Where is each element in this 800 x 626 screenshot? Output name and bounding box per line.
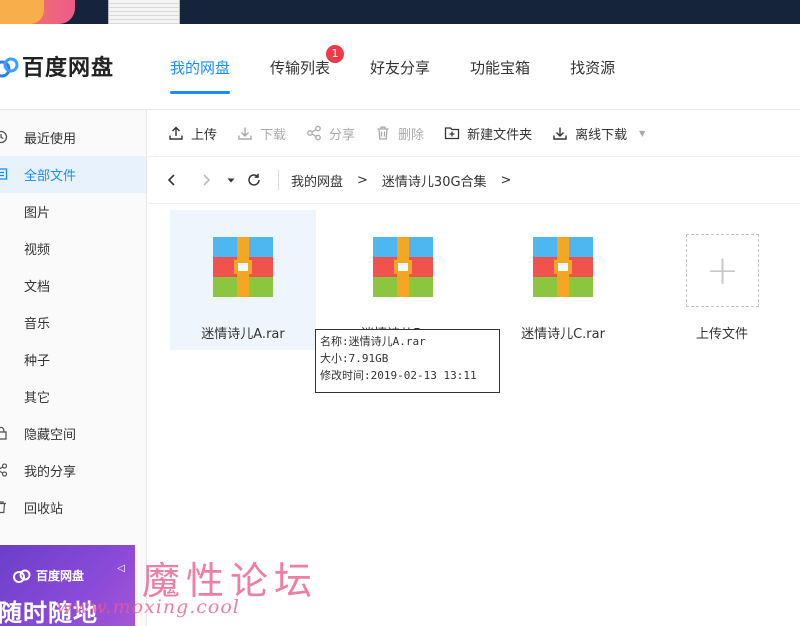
tab-my-disk[interactable]: 我的网盘 [150, 24, 250, 110]
sidebar-item-label: 全部文件 [24, 169, 77, 184]
promo-logo: 百度网盘 [12, 567, 84, 584]
tab-label: 传输列表 [270, 58, 331, 77]
rar-archive-icon [533, 237, 593, 297]
button-label: 分享 [329, 127, 356, 143]
share-icon [0, 463, 8, 477]
upload-file-label: 上传文件 [695, 327, 748, 342]
upload-icon [168, 125, 184, 141]
button-label: 新建文件夹 [467, 127, 533, 143]
sidebar-item-label: 最近使用 [24, 132, 77, 147]
breadcrumb-separator: > [357, 172, 368, 188]
sidebar-item-label: 其它 [24, 391, 51, 406]
sidebar-item-label: 我的分享 [24, 465, 77, 480]
sidebar-item-images[interactable]: 图片 [0, 193, 146, 230]
file-item[interactable]: 迷情诗儿C.rar [490, 210, 636, 350]
toolbar: 上传 下载 分享 删除 新建文件夹 离线下载 ▼ [148, 110, 800, 157]
tab-label: 我的网盘 [170, 58, 231, 77]
sidebar-item-recent[interactable]: 最近使用 [0, 119, 146, 156]
sidebar-item-hidden-space[interactable]: 隐藏空间 [0, 415, 146, 452]
tab-friend-share[interactable]: 好友分享 [350, 24, 450, 110]
lock-icon [0, 426, 8, 440]
sidebar-item-other[interactable]: 其它 [0, 378, 146, 415]
rar-archive-icon [213, 237, 273, 297]
breadcrumb-item[interactable]: 我的网盘 [291, 171, 343, 190]
download-button[interactable]: 下载 [237, 124, 286, 143]
breadcrumb-item[interactable]: 迷情诗儿30G合集 [382, 171, 487, 190]
promo-brand: 百度网盘 [36, 569, 85, 583]
notification-badge: 1 [326, 45, 345, 63]
sidebar-item-label: 隐藏空间 [24, 428, 77, 443]
sidebar-item-recycle-bin[interactable]: 回收站 [0, 489, 146, 526]
offline-download-button[interactable]: 离线下载 ▼ [552, 124, 645, 143]
tab-label: 好友分享 [370, 58, 431, 77]
app-title: 百度网盘 [22, 56, 115, 81]
refresh-icon[interactable] [246, 172, 262, 188]
tooltip-size: 大小:7.91GB [320, 352, 389, 365]
tooltip-modified: 修改时间:2019-02-13 13:11 [320, 369, 477, 382]
sidebar-item-all-files[interactable]: 全部文件 [0, 156, 146, 193]
breadcrumb-bar: 我的网盘 > 迷情诗儿30G合集 > [148, 157, 800, 204]
folder-icon [0, 167, 8, 181]
new-folder-button[interactable]: 新建文件夹 [444, 124, 532, 143]
back-arrow-icon[interactable] [164, 172, 180, 188]
sidebar-item-label: 图片 [24, 206, 51, 221]
file-item[interactable]: 迷情诗儿A.rar [170, 210, 316, 350]
button-label: 上传 [191, 127, 218, 143]
sidebar-item-label: 文档 [24, 280, 51, 295]
button-label: 删除 [398, 127, 425, 143]
sidebar-item-videos[interactable]: 视频 [0, 230, 146, 267]
upload-file-tile[interactable]: + [686, 234, 759, 307]
rar-archive-icon [373, 237, 433, 297]
sidebar-item-my-shares[interactable]: 我的分享 [0, 452, 146, 489]
button-label: 离线下载 [575, 127, 628, 143]
tab-find-resources[interactable]: 找资源 [550, 24, 635, 110]
button-label: 下载 [260, 127, 287, 143]
sidebar-item-documents[interactable]: 文档 [0, 267, 146, 304]
download-icon [552, 125, 568, 141]
breadcrumb-separator: > [500, 172, 512, 188]
sidebar-item-label: 音乐 [24, 317, 51, 332]
tab-label: 功能宝箱 [470, 58, 531, 77]
caret-down-icon[interactable]: ▼ [639, 129, 645, 138]
trash-icon [0, 500, 8, 514]
tooltip-name: 名称:迷情诗儿A.rar [320, 335, 426, 348]
delete-button[interactable]: 删除 [375, 124, 424, 143]
sidebar-item-label: 视频 [24, 243, 51, 258]
tab-label: 找资源 [570, 58, 616, 77]
download-icon [237, 125, 253, 141]
app-header: 百度网盘 我的网盘 传输列表 1 好友分享 功能宝箱 找资源 [0, 24, 800, 110]
file-name: 迷情诗儿C.rar [521, 327, 605, 342]
history-dropdown-icon[interactable] [226, 172, 236, 188]
app-logo[interactable]: 百度网盘 [0, 48, 114, 84]
sidebar-item-label: 回收站 [24, 502, 64, 517]
os-document-thumbnail[interactable] [108, 0, 180, 24]
share-icon [306, 125, 322, 141]
plus-icon: + [705, 247, 740, 294]
trash-icon [375, 125, 391, 141]
upload-button[interactable]: 上传 [168, 124, 217, 143]
sidebar: 最近使用 全部文件 图片 视频 文档 音乐 种子 其它 隐藏空间 我的分享 回收… [0, 110, 147, 626]
tab-toolbox[interactable]: 功能宝箱 [450, 24, 550, 110]
file-name: 迷情诗儿A.rar [201, 327, 285, 342]
main-nav: 我的网盘 传输列表 1 好友分享 功能宝箱 找资源 [150, 24, 635, 110]
os-app-tab[interactable] [0, 0, 75, 24]
sidebar-item-label: 种子 [24, 354, 51, 369]
sidebar-item-music[interactable]: 音乐 [0, 304, 146, 341]
cloud-icon [13, 569, 31, 583]
sidebar-item-torrents[interactable]: 种子 [0, 341, 146, 378]
divider [278, 170, 279, 190]
promo-arrow-icon: ◁ [117, 563, 125, 574]
share-button[interactable]: 分享 [306, 124, 355, 143]
tab-transfer-list[interactable]: 传输列表 1 [250, 24, 350, 110]
file-info-tooltip: 名称:迷情诗儿A.rar 大小:7.91GB 修改时间:2019-02-13 1… [315, 329, 500, 393]
new-folder-icon [444, 125, 460, 141]
baidu-cloud-logo-icon [0, 57, 19, 78]
clock-icon [0, 130, 8, 144]
watermark-url: www.moxing.cool [56, 596, 240, 618]
os-taskbar-strip [0, 0, 800, 24]
forward-arrow-icon[interactable] [198, 172, 214, 188]
